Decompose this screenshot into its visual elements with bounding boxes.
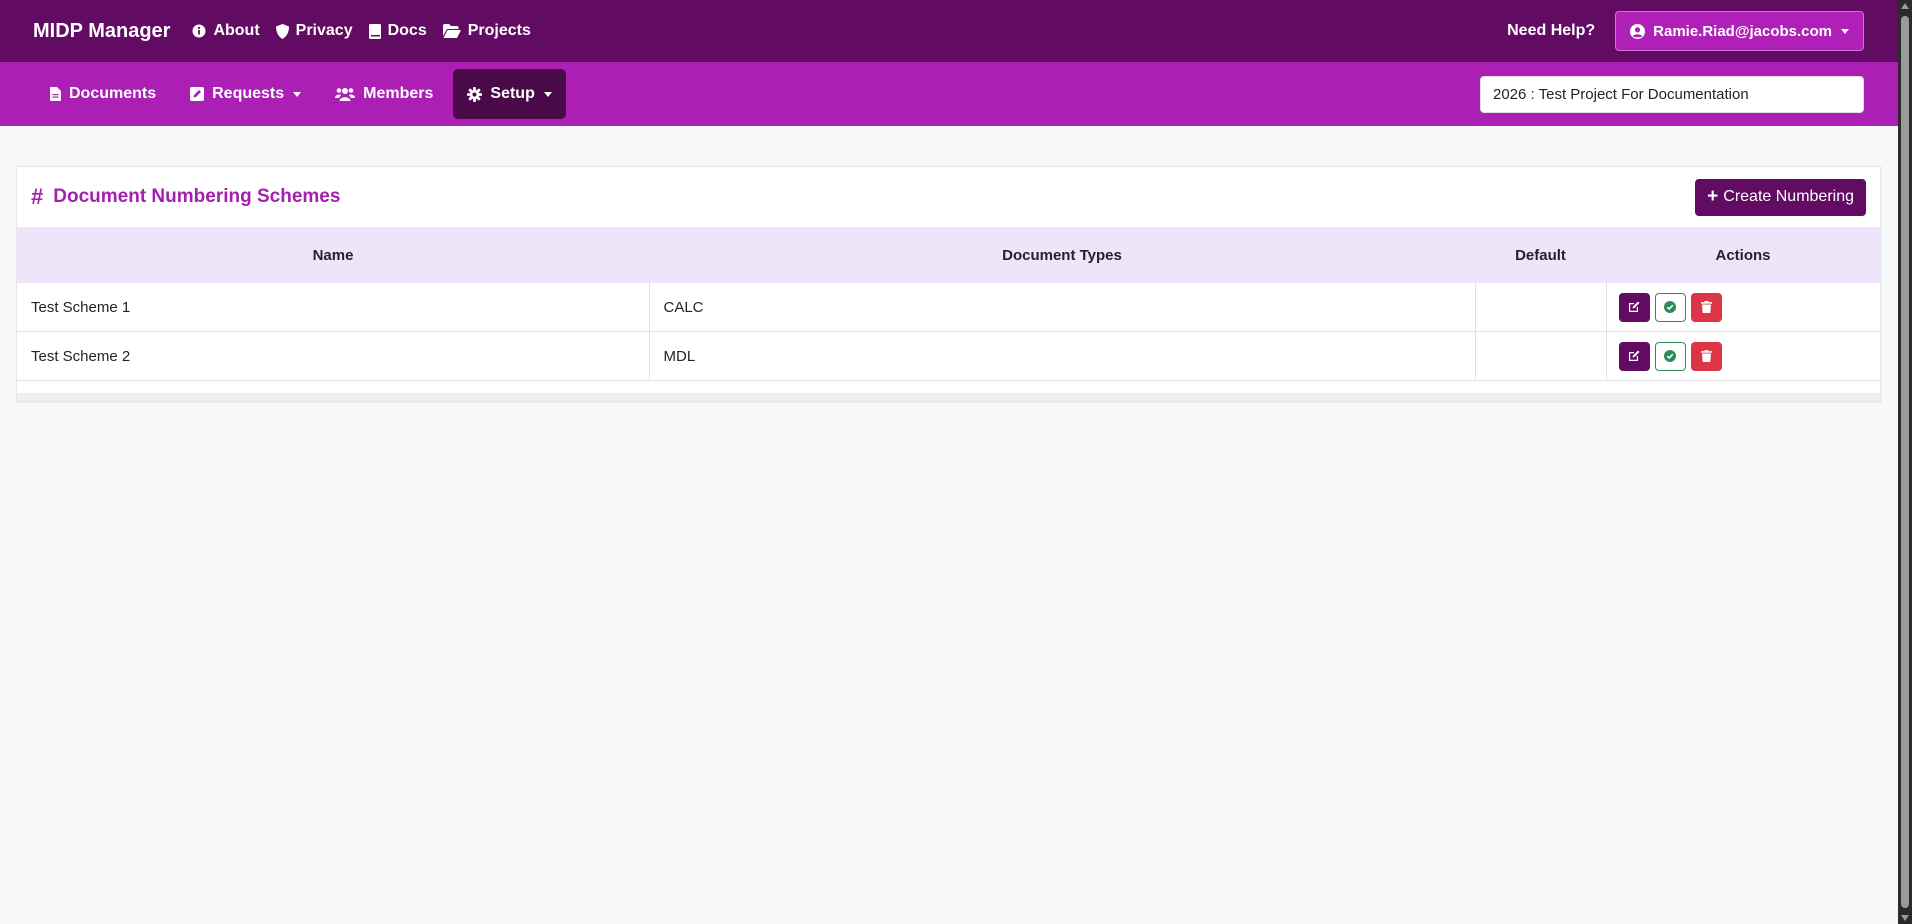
column-header-name: Name <box>17 227 649 283</box>
user-circle-icon <box>1630 23 1646 39</box>
nav-label: Setup <box>490 85 535 102</box>
page-title: # Document Numbering Schemes <box>31 184 340 210</box>
page-scrollbar[interactable] <box>1898 0 1912 924</box>
chevron-down-icon <box>1841 28 1849 34</box>
nav-label: Requests <box>212 85 285 102</box>
scroll-down-arrow-icon[interactable] <box>1901 915 1909 921</box>
nav-label: Members <box>363 85 434 102</box>
delete-button[interactable] <box>1690 341 1722 371</box>
scheme-document-types: MDL <box>648 331 1475 381</box>
scroll-up-arrow-icon[interactable] <box>1901 3 1909 9</box>
folder-open-icon <box>442 24 461 38</box>
schemes-table: Name Document Types Default Actions Test… <box>17 227 1880 381</box>
edit-icon <box>1629 350 1640 361</box>
edit-button[interactable] <box>1618 292 1650 322</box>
scheme-name: Test Scheme 1 <box>17 283 649 332</box>
create-numbering-button[interactable]: + Create Numbering <box>1695 178 1866 216</box>
user-menu-button[interactable]: Ramie.Riad@jacobs.com <box>1615 11 1864 51</box>
scrollbar-thumb[interactable] <box>1901 16 1909 908</box>
chevron-down-icon <box>293 91 302 97</box>
nav-requests[interactable]: Requests <box>176 69 315 119</box>
edit-square-icon <box>190 87 205 101</box>
nav-setup[interactable]: Setup <box>453 69 566 119</box>
numbering-schemes-card: # Document Numbering Schemes + Create Nu… <box>16 166 1881 402</box>
column-header-document-types: Document Types <box>649 227 1475 283</box>
table-row: Test Scheme 1 CALC <box>17 283 1880 332</box>
scheme-actions <box>1605 283 1880 332</box>
edit-icon <box>1629 301 1640 312</box>
top-navbar: MIDP Manager About Privacy Docs Projects… <box>0 0 1898 62</box>
nav-link-privacy[interactable]: Privacy <box>275 22 353 40</box>
create-numbering-label: Create Numbering <box>1723 188 1854 205</box>
trash-icon <box>1700 350 1712 362</box>
project-selector[interactable]: 2026 : Test Project For Documentation <box>1480 75 1864 113</box>
app-brand[interactable]: MIDP Manager <box>33 20 170 43</box>
users-icon <box>335 87 356 101</box>
check-circle-icon <box>1664 301 1676 313</box>
edit-button[interactable] <box>1618 341 1650 371</box>
scheme-default <box>1474 283 1606 332</box>
scheme-default <box>1474 331 1606 381</box>
nav-link-label: Docs <box>387 22 427 39</box>
shield-icon <box>275 23 289 39</box>
nav-link-about[interactable]: About <box>192 22 260 40</box>
nav-link-docs[interactable]: Docs <box>368 22 427 40</box>
secondary-navbar: Documents Requests Members Setup 2026 : … <box>0 62 1898 126</box>
need-help-link[interactable]: Need Help? <box>1507 22 1595 40</box>
nav-documents[interactable]: Documents <box>36 69 170 119</box>
nav-link-label: Projects <box>467 22 531 39</box>
table-row: Test Scheme 2 MDL <box>17 331 1880 381</box>
info-icon <box>192 24 206 38</box>
card-header: # Document Numbering Schemes + Create Nu… <box>17 167 1880 227</box>
file-icon <box>50 87 61 101</box>
plus-icon: + <box>1707 186 1719 207</box>
page-title-text: Document Numbering Schemes <box>53 186 341 207</box>
table-header-row: Name Document Types Default Actions <box>17 227 1880 283</box>
hash-icon: # <box>31 184 44 209</box>
nav-label: Documents <box>69 85 157 102</box>
gear-icon <box>467 86 483 102</box>
user-email: Ramie.Riad@jacobs.com <box>1653 22 1832 40</box>
nav-members[interactable]: Members <box>321 69 447 119</box>
nav-link-label: About <box>213 22 260 39</box>
set-default-button[interactable] <box>1654 341 1686 371</box>
trash-icon <box>1700 301 1712 313</box>
column-header-default: Default <box>1475 227 1606 283</box>
column-header-actions: Actions <box>1606 227 1880 283</box>
scheme-actions <box>1605 331 1880 381</box>
book-icon <box>368 23 381 39</box>
set-default-button[interactable] <box>1654 292 1686 322</box>
chevron-down-icon <box>543 91 552 97</box>
delete-button[interactable] <box>1690 292 1722 322</box>
nav-link-label: Privacy <box>295 22 353 39</box>
nav-link-projects[interactable]: Projects <box>442 22 531 40</box>
check-circle-icon <box>1664 350 1676 362</box>
scheme-name: Test Scheme 2 <box>17 331 649 381</box>
scheme-document-types: CALC <box>648 283 1475 332</box>
card-footer <box>17 393 1880 401</box>
